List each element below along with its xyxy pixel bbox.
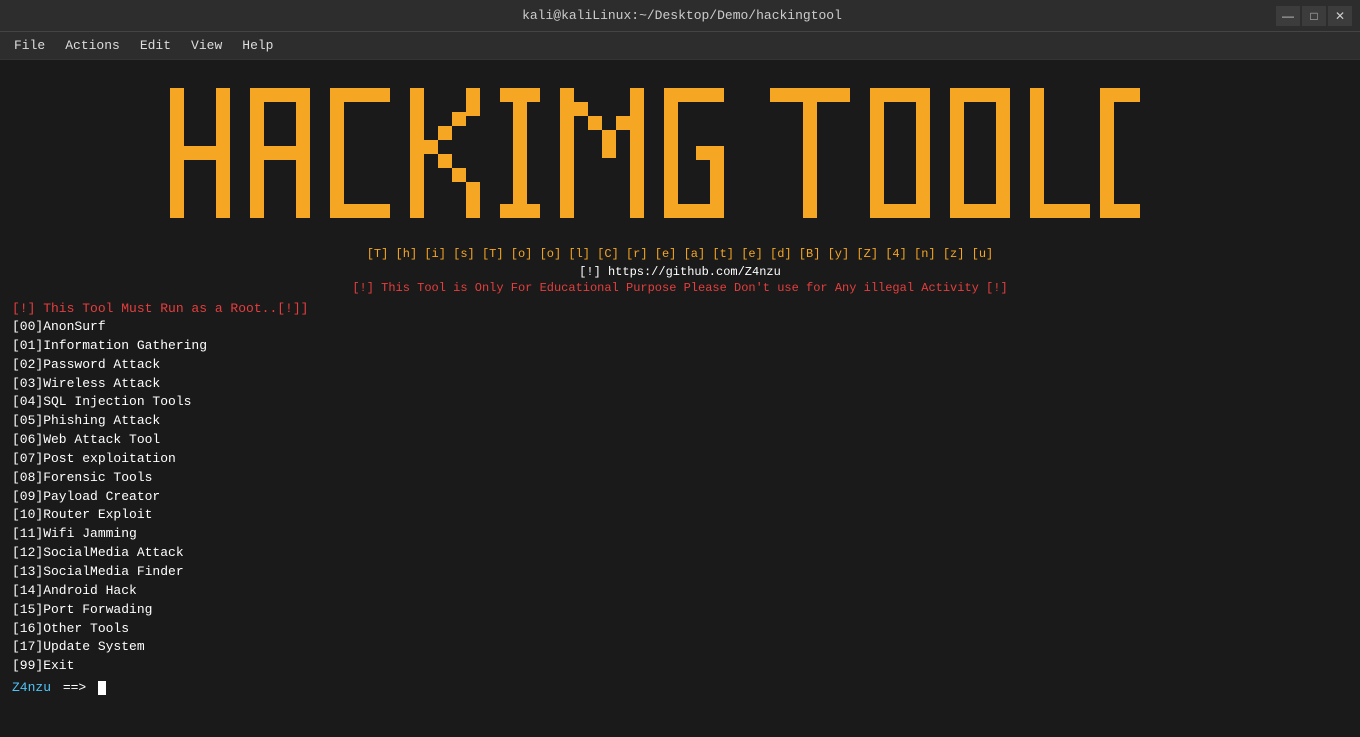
list-item: [04]SQL Injection Tools (12, 393, 1348, 412)
list-item: [14]Android Hack (12, 582, 1348, 601)
menu-help[interactable]: Help (232, 34, 283, 57)
minimize-button[interactable]: — (1276, 6, 1300, 26)
list-item: [06]Web Attack Tool (12, 431, 1348, 450)
menu-file[interactable]: File (4, 34, 55, 57)
warning-line: [!] This Tool is Only For Educational Pu… (12, 281, 1348, 295)
list-item: [17]Update System (12, 638, 1348, 657)
list-item: [03]Wireless Attack (12, 375, 1348, 394)
maximize-button[interactable]: □ (1302, 6, 1326, 26)
root-warning: [!] This Tool Must Run as a Root..[!]] (12, 301, 1348, 316)
list-item: [05]Phishing Attack (12, 412, 1348, 431)
github-line: [!] https://github.com/Z4nzu (12, 265, 1348, 279)
prompt-username: Z4nzu (12, 680, 51, 695)
list-item: [12]SocialMedia Attack (12, 544, 1348, 563)
menu-list: [00]AnonSurf [01]Information Gathering [… (12, 318, 1348, 676)
prompt-arrow: ==> (55, 680, 94, 695)
list-item: [01]Information Gathering (12, 337, 1348, 356)
terminal-prompt[interactable]: Z4nzu ==> (12, 680, 1348, 695)
subtitle-line: [T] [h] [i] [s] [T] [o] [o] [l] [C] [r] … (12, 247, 1348, 261)
menu-actions[interactable]: Actions (55, 34, 130, 57)
list-item: [13]SocialMedia Finder (12, 563, 1348, 582)
menubar: File Actions Edit View Help (0, 32, 1360, 60)
list-item: [99]Exit (12, 657, 1348, 676)
list-item: [02]Password Attack (12, 356, 1348, 375)
titlebar: kali@kaliLinux:~/Desktop/Demo/hackingtoo… (0, 0, 1360, 32)
terminal[interactable]: .px { fill: #f5a623; } (0, 60, 1360, 737)
list-item: [08]Forensic Tools (12, 469, 1348, 488)
close-button[interactable]: ✕ (1328, 6, 1352, 26)
list-item: [09]Payload Creator (12, 488, 1348, 507)
list-item: [15]Port Forwading (12, 601, 1348, 620)
list-item: [10]Router Exploit (12, 506, 1348, 525)
list-item: [16]Other Tools (12, 620, 1348, 639)
window-title: kali@kaliLinux:~/Desktop/Demo/hackingtoo… (88, 8, 1276, 23)
menu-view[interactable]: View (181, 34, 232, 57)
list-item: [07]Post exploitation (12, 450, 1348, 469)
list-item: [00]AnonSurf (12, 318, 1348, 337)
menu-edit[interactable]: Edit (130, 34, 181, 57)
cursor-blink (98, 681, 106, 695)
list-item: [11]Wifi Jamming (12, 525, 1348, 544)
window-controls[interactable]: — □ ✕ (1276, 6, 1352, 26)
ascii-banner: .px { fill: #f5a623; } (12, 78, 1348, 243)
